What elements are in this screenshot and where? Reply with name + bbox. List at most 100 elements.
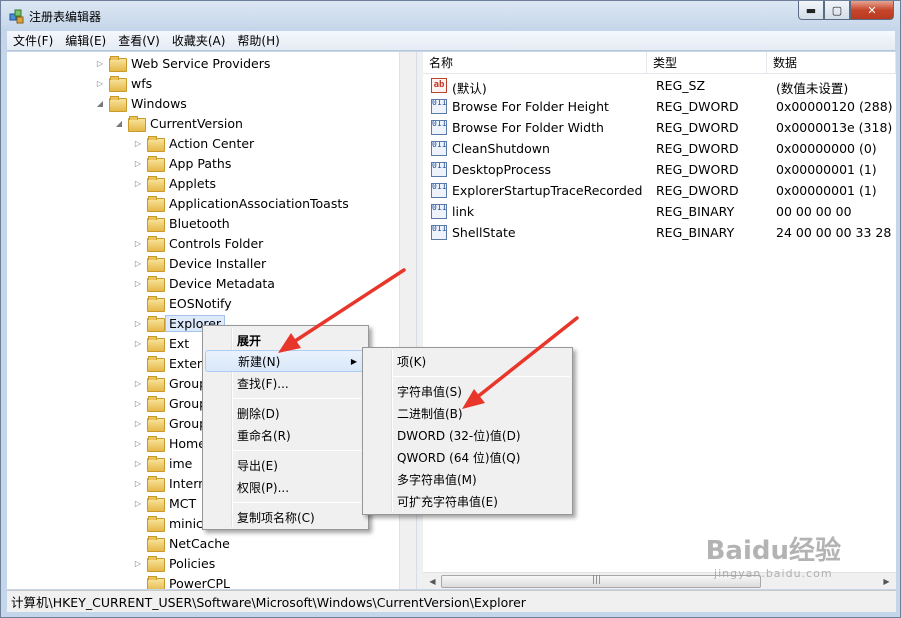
tree-item-web-service-providers[interactable]: ▷ Web Service Providers [95,53,270,73]
tree-item-ime[interactable]: ▷ ime [133,453,192,473]
expand-arrow-icon[interactable]: ▷ [133,558,143,568]
collapse-arrow-icon[interactable]: ◢ [95,98,105,108]
window-title: 注册表编辑器 [29,10,102,24]
tree-item-internet[interactable]: ▷ Intern [133,473,206,493]
expand-arrow-icon[interactable]: ▷ [95,58,105,68]
column-header-type[interactable]: 类型 [647,52,767,74]
close-button[interactable]: ✕ [850,1,894,20]
expand-arrow-icon[interactable]: ▷ [133,258,143,268]
menu-edit[interactable]: 编辑(E) [59,32,112,49]
tree-item-group-1[interactable]: ▷ Group [133,373,207,393]
expand-arrow-icon[interactable]: ▷ [133,498,143,508]
menu-favorites[interactable]: 收藏夹(A) [166,32,232,49]
value-row-browse-for-folder-height[interactable]: 011 110 Browse For Folder Height REG_DWO… [423,97,896,118]
tree-item-label: Bluetooth [169,215,230,231]
expand-arrow-icon[interactable]: ▷ [133,158,143,168]
expand-arrow-icon[interactable]: ▷ [133,338,143,348]
expand-arrow-icon[interactable]: ▷ [133,238,143,248]
tree-item-minicon[interactable]: minico [133,513,211,533]
menu-item-new-dword-value[interactable]: DWORD (32-位)值(D) [365,424,570,446]
menu-item-find[interactable]: 查找(F)... [205,372,366,394]
menu-item-copy-key-name[interactable]: 复制项名称(C) [205,506,366,528]
tree-item-mct[interactable]: ▷ MCT [133,493,196,513]
tree-item-applets[interactable]: ▷ Applets [133,173,216,193]
tree-item-device-installer[interactable]: ▷ Device Installer [133,253,266,273]
title-bar[interactable]: 注册表编辑器 ▬ ▢ ✕ [1,1,900,31]
caption-buttons: ▬ ▢ ✕ [798,1,894,21]
expand-arrow-icon[interactable]: ▷ [133,178,143,188]
minimize-button[interactable]: ▬ [798,1,824,20]
maximize-button[interactable]: ▢ [824,1,850,20]
menu-item-new[interactable]: 新建(N) ▶ [205,350,366,372]
menu-view[interactable]: 查看(V) [112,32,166,49]
expand-arrow-icon[interactable]: ▷ [133,318,143,328]
collapse-arrow-icon[interactable]: ◢ [114,118,124,128]
value-row-link[interactable]: 011 110 link REG_BINARY 00 00 00 00 [423,202,896,223]
menu-item-new-expandable-string-value[interactable]: 可扩充字符串值(E) [365,490,570,512]
tree-item-windows[interactable]: ◢ Windows [95,93,187,113]
expand-arrow-icon[interactable]: ▷ [133,138,143,148]
menu-item-rename[interactable]: 重命名(R) [205,424,366,446]
value-row-browse-for-folder-width[interactable]: 011 110 Browse For Folder Width REG_DWOR… [423,118,896,139]
value-row-desktopprocess[interactable]: 011 110 DesktopProcess REG_DWORD 0x00000… [423,160,896,181]
registry-editor-icon [9,9,24,24]
menu-item-new-qword-value[interactable]: QWORD (64 位)值(Q) [365,446,570,468]
menu-item-new-multi-string-value[interactable]: 多字符串值(M) [365,468,570,490]
tree-item-bluetooth[interactable]: Bluetooth [133,213,230,233]
tree-item-powercpl[interactable]: PowerCPL [133,573,230,589]
tree-item-wfs[interactable]: ▷ wfs [95,73,152,93]
tree-item-home[interactable]: ▷ Home [133,433,206,453]
menu-help[interactable]: 帮助(H) [231,32,285,49]
tree-item-currentversion[interactable]: ◢ CurrentVersion [114,113,243,133]
tree-item-action-center[interactable]: ▷ Action Center [133,133,254,153]
string-value-icon: ab [431,78,447,93]
scroll-left-button[interactable]: ◀ [425,575,440,588]
column-header-data[interactable]: 数据 [767,52,896,74]
value-row-shellstate[interactable]: 011 110 ShellState REG_BINARY 24 00 00 0… [423,223,896,244]
menu-file[interactable]: 文件(F) [7,32,59,49]
tree-item-group-2[interactable]: ▷ Group [133,393,207,413]
value-name: link [452,204,475,219]
menu-item-new-key[interactable]: 项(K) [365,350,570,372]
value-type: REG_SZ [656,78,706,93]
value-row-explorerstartuptracerecorded[interactable]: 011 110 ExplorerStartupTraceRecorded REG… [423,181,896,202]
menu-item-permissions[interactable]: 权限(P)... [205,476,366,498]
menu-item-delete[interactable]: 删除(D) [205,402,366,424]
tree-item-eosnotify[interactable]: EOSNotify [133,293,232,313]
folder-icon [147,136,165,152]
tree-item-extensions[interactable]: Extens [133,353,211,373]
menu-item-new-binary-value[interactable]: 二进制值(B) [365,402,570,424]
expand-arrow-icon[interactable]: ▷ [133,278,143,288]
menu-item-expand[interactable]: 展开 [205,329,366,351]
expand-arrow-icon[interactable]: ▷ [133,458,143,468]
arrow-left-icon: ◀ [429,577,436,586]
folder-icon [147,456,165,472]
tree-item-policies[interactable]: ▷ Policies [133,553,215,573]
menu-item-new-string-value[interactable]: 字符串值(S) [365,380,570,402]
tree-item-ext[interactable]: ▷ Ext [133,333,189,353]
tree-item-group-3[interactable]: ▷ Group [133,413,207,433]
expand-arrow-icon[interactable]: ▷ [95,78,105,88]
menu-separator [393,376,570,377]
expand-arrow-icon[interactable]: ▷ [133,478,143,488]
folder-icon [147,376,165,392]
tree-item-netcache[interactable]: NetCache [133,533,230,553]
tree-item-app-paths[interactable]: ▷ App Paths [133,153,231,173]
value-row-cleanshutdown[interactable]: 011 110 CleanShutdown REG_DWORD 0x000000… [423,139,896,160]
value-row-default[interactable]: ab (默认) REG_SZ (数值未设置) [423,76,896,97]
tree-item-controls-folder[interactable]: ▷ Controls Folder [133,233,263,253]
scroll-right-button[interactable]: ▶ [879,575,894,588]
menu-item-export[interactable]: 导出(E) [205,454,366,476]
expand-arrow-icon[interactable]: ▷ [133,398,143,408]
expand-arrow-icon[interactable]: ▷ [133,438,143,448]
tree-item-device-metadata[interactable]: ▷ Device Metadata [133,273,275,293]
expand-arrow-icon[interactable]: ▷ [133,418,143,428]
menu-bar: 文件(F) 编辑(E) 查看(V) 收藏夹(A) 帮助(H) [7,31,895,51]
expand-arrow-icon[interactable]: ▷ [133,378,143,388]
tree-item-applicationassociationtoasts[interactable]: ApplicationAssociationToasts [133,193,349,213]
value-name: DesktopProcess [452,162,551,177]
maximize-icon: ▢ [831,3,843,17]
column-header-name[interactable]: 名称 [423,52,647,74]
